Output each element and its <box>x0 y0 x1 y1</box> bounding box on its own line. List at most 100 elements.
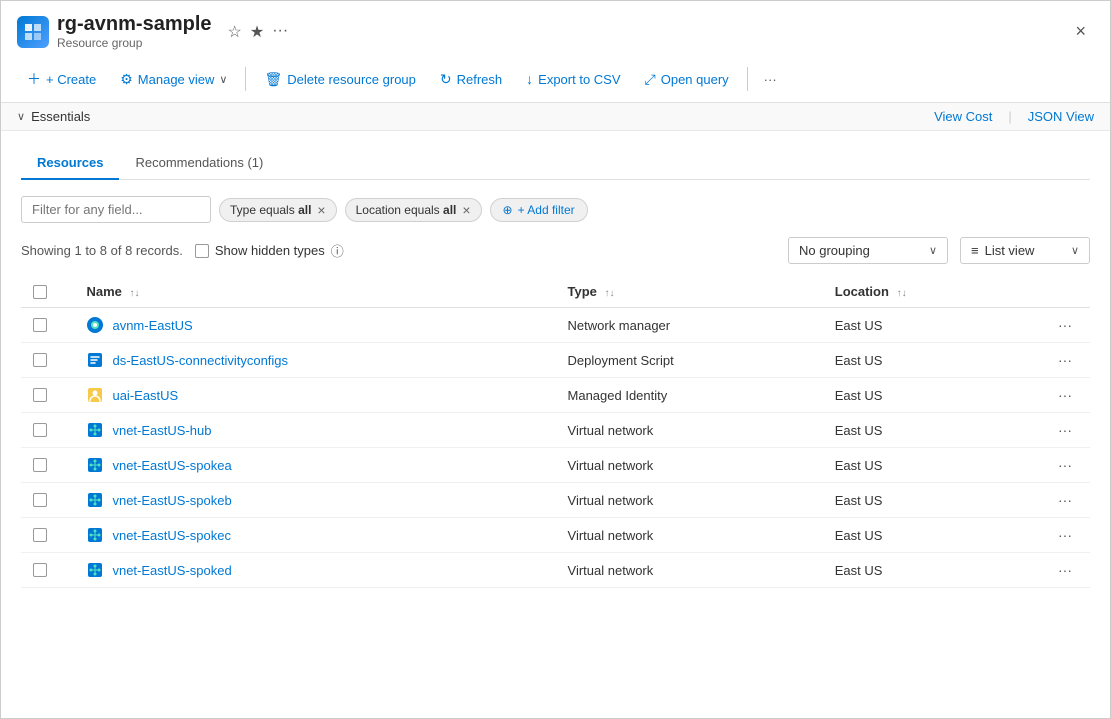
table-row: ds-EastUS-connectivityconfigs Deployment… <box>21 343 1090 378</box>
plus-icon: ＋ <box>27 69 41 89</box>
row-checkbox[interactable] <box>33 318 47 332</box>
location-column-header[interactable]: Location ↑↓ <box>823 276 1037 308</box>
pin-icon[interactable]: ☆ <box>228 22 242 42</box>
row-more-cell: ··· <box>1037 308 1090 343</box>
row-more-button[interactable]: ··· <box>1052 313 1078 337</box>
row-type-cell: Virtual network <box>556 518 823 553</box>
row-type-cell: Virtual network <box>556 483 823 518</box>
row-more-button[interactable]: ··· <box>1052 383 1078 407</box>
export-button[interactable]: ↓ Export to CSV <box>516 66 630 92</box>
resource-name-link[interactable]: vnet-EastUS-spoked <box>112 563 231 578</box>
add-filter-icon: ⊕ <box>503 203 513 217</box>
add-filter-button[interactable]: ⊕ + Add filter <box>490 198 588 222</box>
row-more-button[interactable]: ··· <box>1052 558 1078 582</box>
row-more-cell: ··· <box>1037 413 1090 448</box>
delete-button[interactable]: 🗑 Delete resource group <box>254 66 425 93</box>
type-column-header[interactable]: Type ↑↓ <box>556 276 823 308</box>
row-checkbox[interactable] <box>33 353 47 367</box>
resource-name-link[interactable]: vnet-EastUS-spokea <box>112 458 231 473</box>
row-name-cell: vnet-EastUS-hub <box>74 413 555 448</box>
resource-type-icon <box>86 456 104 474</box>
chevron-down-icon: ∨ <box>17 110 25 123</box>
resource-type-icon <box>86 351 104 369</box>
close-button[interactable]: × <box>1067 17 1094 46</box>
info-icon[interactable]: ⓘ <box>331 241 344 260</box>
row-more-cell: ··· <box>1037 483 1090 518</box>
more-options-icon[interactable]: ··· <box>272 22 288 42</box>
row-type-cell: Virtual network <box>556 553 823 588</box>
show-hidden-types-checkbox[interactable] <box>195 244 209 258</box>
essentials-toggle[interactable]: ∨ Essentials <box>17 109 90 124</box>
open-query-button[interactable]: ⤢ Open query <box>635 66 739 93</box>
view-dropdown[interactable]: ≡ List view ∨ <box>960 237 1090 264</box>
name-column-header[interactable]: Name ↑↓ <box>74 276 555 308</box>
table-header-row: Name ↑↓ Type ↑↓ Location ↑↓ <box>21 276 1090 308</box>
row-location-cell: East US <box>823 553 1037 588</box>
location-filter-remove[interactable]: × <box>462 203 470 217</box>
resource-name-link[interactable]: avnm-EastUS <box>112 318 192 333</box>
table-row: vnet-EastUS-spokea Virtual network East … <box>21 448 1090 483</box>
type-filter-label: Type equals all <box>230 203 311 217</box>
row-checkbox[interactable] <box>33 458 47 472</box>
row-name-cell: vnet-EastUS-spokea <box>74 448 555 483</box>
location-filter-tag: Location equals all × <box>345 198 482 222</box>
refresh-button[interactable]: ↻ Refresh <box>430 66 512 93</box>
row-checkbox-cell <box>21 308 74 343</box>
view-cost-link[interactable]: View Cost <box>934 109 992 124</box>
row-more-button[interactable]: ··· <box>1052 488 1078 512</box>
toolbar-more-button[interactable]: ··· <box>756 67 785 92</box>
type-filter-remove[interactable]: × <box>317 203 325 217</box>
gear-icon: ⚙ <box>120 71 133 88</box>
row-location-cell: East US <box>823 343 1037 378</box>
row-more-button[interactable]: ··· <box>1052 348 1078 372</box>
select-all-checkbox[interactable] <box>33 285 47 299</box>
row-name-cell: vnet-EastUS-spokec <box>74 518 555 553</box>
row-type-cell: Deployment Script <box>556 343 823 378</box>
row-checkbox[interactable] <box>33 563 47 577</box>
sort-arrows-location: ↑↓ <box>897 288 907 299</box>
json-view-link[interactable]: JSON View <box>1028 109 1094 124</box>
row-checkbox-cell <box>21 413 74 448</box>
row-checkbox[interactable] <box>33 528 47 542</box>
resource-name-link[interactable]: uai-EastUS <box>112 388 178 403</box>
row-checkbox[interactable] <box>33 388 47 402</box>
chevron-down-icon: ∨ <box>929 244 937 257</box>
filter-input[interactable] <box>21 196 211 223</box>
show-hidden-types-label: Show hidden types <box>215 243 325 258</box>
sort-arrows-type: ↑↓ <box>605 288 615 299</box>
essentials-actions: View Cost | JSON View <box>934 109 1094 124</box>
row-more-button[interactable]: ··· <box>1052 453 1078 477</box>
resource-name-link[interactable]: ds-EastUS-connectivityconfigs <box>112 353 288 368</box>
row-checkbox-cell <box>21 448 74 483</box>
row-type-cell: Network manager <box>556 308 823 343</box>
row-checkbox[interactable] <box>33 423 47 437</box>
row-name-cell: ds-EastUS-connectivityconfigs <box>74 343 555 378</box>
resource-type-icon <box>86 526 104 544</box>
table-row: vnet-EastUS-spokeb Virtual network East … <box>21 483 1090 518</box>
resource-name-link[interactable]: vnet-EastUS-spokeb <box>112 493 231 508</box>
row-checkbox-cell <box>21 343 74 378</box>
create-button[interactable]: ＋ + Create <box>17 64 106 94</box>
sort-arrows-name: ↑↓ <box>130 288 140 299</box>
resource-name-link[interactable]: vnet-EastUS-hub <box>112 423 211 438</box>
row-more-button[interactable]: ··· <box>1052 418 1078 442</box>
favorite-icon[interactable]: ★ <box>250 22 264 42</box>
toolbar: ＋ + Create ⚙ Manage view ∨ 🗑 Delete reso… <box>1 56 1110 103</box>
resource-name-link[interactable]: vnet-EastUS-spokec <box>112 528 231 543</box>
row-location-cell: East US <box>823 413 1037 448</box>
chevron-down-icon: ∨ <box>219 73 227 86</box>
grouping-dropdown[interactable]: No grouping ∨ <box>788 237 948 264</box>
tab-recommendations[interactable]: Recommendations (1) <box>119 147 279 180</box>
window-subtitle: Resource group <box>57 36 212 50</box>
row-checkbox[interactable] <box>33 493 47 507</box>
resource-type-icon <box>86 561 104 579</box>
row-name-cell: uai-EastUS <box>74 378 555 413</box>
download-icon: ↓ <box>526 71 533 87</box>
manage-view-button[interactable]: ⚙ Manage view ∨ <box>110 66 237 93</box>
row-checkbox-cell <box>21 378 74 413</box>
grouping-label: No grouping <box>799 243 870 258</box>
row-more-button[interactable]: ··· <box>1052 523 1078 547</box>
window-title: rg-avnm-sample <box>57 13 212 36</box>
list-view-icon: ≡ <box>971 243 979 258</box>
tab-resources[interactable]: Resources <box>21 147 119 180</box>
